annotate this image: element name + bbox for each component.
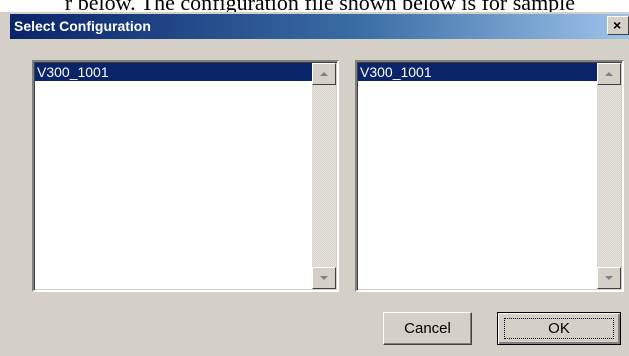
scroll-up-arrow-icon: [320, 72, 328, 76]
left-list-item-selected[interactable]: V300_1001: [35, 63, 313, 81]
scroll-up-arrow-icon: [605, 72, 613, 76]
right-list-item-selected[interactable]: V300_1001: [358, 63, 598, 81]
close-icon: ×: [613, 17, 622, 33]
dialog-title: Select Configuration: [14, 18, 151, 34]
screen: r below. The configuration file shown be…: [0, 0, 629, 356]
close-button[interactable]: ×: [607, 16, 629, 35]
right-list-scrollbar[interactable]: [597, 63, 621, 289]
scroll-down-arrow-icon: [320, 276, 328, 280]
left-scroll-down-button[interactable]: [312, 267, 336, 289]
right-scroll-down-button[interactable]: [597, 267, 621, 289]
ok-button[interactable]: OK: [497, 312, 621, 345]
cancel-button[interactable]: Cancel: [383, 312, 472, 345]
left-configuration-list[interactable]: V300_1001: [32, 60, 339, 292]
right-scroll-up-button[interactable]: [597, 63, 621, 85]
dialog-titlebar[interactable]: Select Configuration: [10, 14, 629, 39]
select-configuration-dialog: Select Configuration × V300_1001 V300_10…: [0, 12, 629, 356]
scroll-down-arrow-icon: [605, 276, 613, 280]
left-scroll-up-button[interactable]: [312, 63, 336, 85]
ok-button-label: OK: [548, 320, 570, 337]
left-list-scrollbar[interactable]: [312, 63, 336, 289]
right-configuration-list[interactable]: V300_1001: [355, 60, 624, 292]
